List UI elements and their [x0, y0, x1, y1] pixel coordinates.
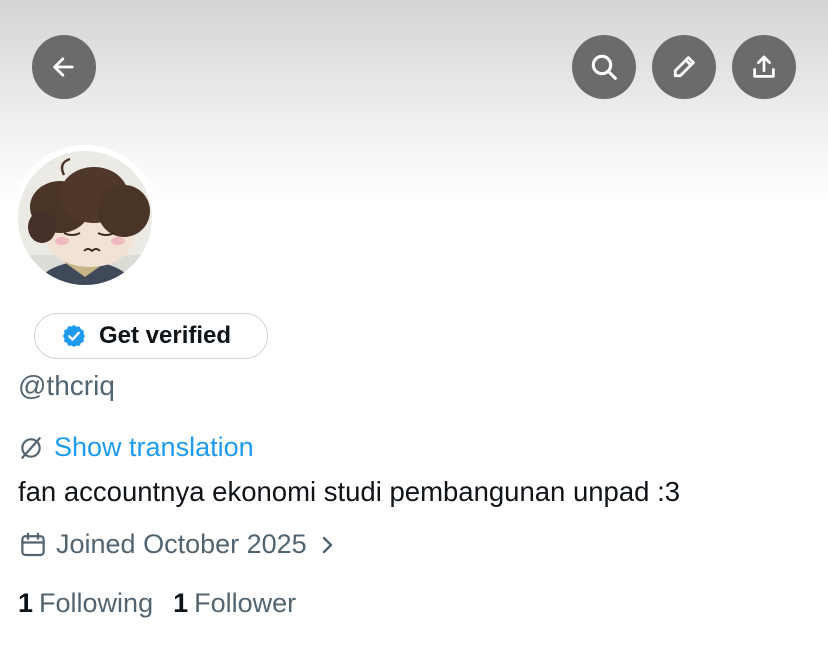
joined-date-row[interactable]: Joined October 2025	[18, 529, 337, 560]
following-label: Following	[39, 588, 154, 618]
show-translation-link[interactable]: Show translation	[18, 432, 254, 463]
calendar-icon	[21, 532, 45, 556]
followers-link[interactable]: 1 Follower	[173, 588, 296, 619]
pencil-icon	[673, 56, 695, 78]
followers-label: Follower	[194, 588, 297, 618]
show-translation-label: Show translation	[54, 432, 254, 462]
get-verified-button[interactable]: Get verified	[34, 313, 268, 359]
arrow-left-icon	[53, 57, 74, 77]
joined-date-label: Joined October 2025	[56, 529, 307, 559]
share-button[interactable]	[732, 35, 796, 99]
edit-button[interactable]	[652, 35, 716, 99]
follow-stats: 1 Following 1 Follower	[18, 588, 296, 619]
user-handle: @thcriq	[18, 370, 115, 401]
following-count: 1	[18, 588, 34, 618]
verified-badge-icon	[62, 324, 86, 348]
translate-icon	[21, 436, 41, 459]
get-verified-label: Get verified	[99, 322, 232, 349]
share-upload-icon	[753, 55, 775, 78]
followers-count: 1	[173, 588, 189, 618]
search-icon	[591, 54, 617, 80]
avatar[interactable]	[12, 145, 158, 291]
back-button[interactable]	[32, 35, 96, 99]
following-link[interactable]: 1 Following	[18, 588, 153, 619]
chevron-right-icon	[322, 536, 332, 553]
profile-bio: fan accountnya ekonomi studi pembangunan…	[18, 476, 681, 507]
search-button[interactable]	[572, 35, 636, 99]
